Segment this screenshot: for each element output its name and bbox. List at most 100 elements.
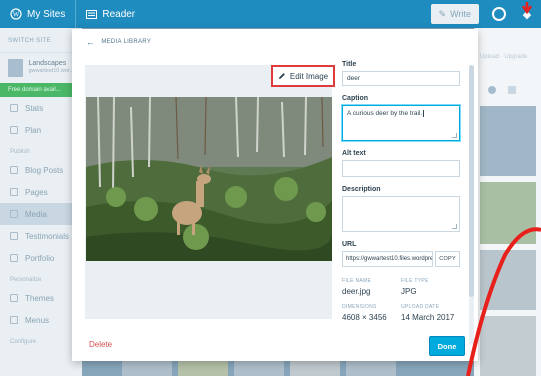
site-icon [8, 59, 24, 77]
caption-text: A curious deer by the trail. [347, 110, 423, 117]
write-button[interactable]: ✎ Write [430, 4, 479, 24]
pencil-icon [278, 73, 285, 79]
file-type-value: JPG [401, 287, 417, 296]
caption-field[interactable]: A curious deer by the trail. [342, 105, 460, 141]
modal-header: ← MEDIA LIBRARY [72, 29, 478, 55]
svg-text:W: W [13, 11, 20, 19]
url-field[interactable]: https://gwwartest10.files.wordpress.com/… [342, 251, 434, 267]
media-header-links: Upload · Upgrade [480, 54, 528, 60]
caption-label: Caption [342, 95, 369, 102]
dimensions-block: DIMENSIONS 4608 × 3456 [342, 304, 401, 322]
filter-dot-icon [488, 86, 496, 94]
sidebar-item-media[interactable]: Media [0, 203, 82, 225]
edit-image-button[interactable]: Edit Image [271, 65, 335, 87]
reader-button[interactable]: Reader [75, 0, 145, 28]
alt-text-label: Alt text [342, 150, 366, 157]
file-metadata: FILE NAME deer.jpg FILE TYPE JPG DIMENSI… [342, 278, 460, 322]
done-button[interactable]: Done [429, 336, 465, 356]
upload-date-value: 14 March 2017 [401, 313, 455, 322]
notifications-button[interactable] [485, 0, 513, 28]
alt-text-field[interactable] [342, 160, 460, 177]
image-filter-icon [508, 86, 516, 94]
file-name-value: deer.jpg [342, 287, 371, 296]
sidebar-item-label: Media [25, 209, 47, 219]
reader-icon [86, 9, 98, 19]
reader-label: Reader [102, 8, 136, 20]
edit-image-label: Edit Image [289, 71, 329, 81]
upload-date-label: UPLOAD DATE [401, 304, 440, 310]
sidebar-item-label: Menus [25, 315, 50, 325]
media-details-form: Title deer Caption A curious deer by the… [342, 61, 460, 322]
resize-grip-icon[interactable] [452, 224, 457, 229]
delete-button[interactable]: Delete [89, 340, 112, 349]
themes-icon [10, 294, 18, 302]
write-label: Write [450, 9, 471, 19]
plan-icon [10, 126, 18, 134]
portfolio-icon [10, 254, 18, 262]
url-label: URL [342, 241, 357, 248]
text-cursor [423, 110, 425, 117]
sidebar-item-stats[interactable]: Stats [0, 97, 82, 119]
menus-icon [10, 316, 18, 324]
switch-site-link[interactable]: SWITCH SITE [0, 28, 82, 53]
back-arrow-icon[interactable]: ← [86, 37, 95, 47]
testimonials-icon [10, 232, 18, 240]
pages-icon [10, 188, 18, 196]
media-library-link[interactable]: MEDIA LIBRARY [101, 39, 151, 45]
sidebar-section-personalize: Personalize [10, 277, 42, 283]
current-site[interactable]: Landscapes gwwartest10.wor... [0, 53, 82, 83]
sidebar-item-label: Plan [25, 125, 42, 135]
media-grid-background: Upload · Upgrade [474, 28, 541, 376]
file-name-label: FILE NAME [342, 278, 372, 284]
sidebar-item-label: Themes [25, 293, 54, 303]
sidebar: SWITCH SITE Landscapes gwwartest10.wor..… [0, 28, 82, 376]
file-type-label: FILE TYPE [401, 278, 429, 284]
wordpress-icon: W [10, 8, 22, 20]
stats-icon [10, 104, 18, 112]
site-url: gwwartest10.wor... [28, 68, 74, 74]
my-sites-button[interactable]: W My Sites [0, 0, 75, 28]
sidebar-item-blog-posts[interactable]: Blog Posts [0, 159, 82, 181]
title-label: Title [342, 61, 357, 68]
media-thumbnail[interactable] [480, 316, 536, 376]
sidebar-item-themes[interactable]: Themes [0, 287, 82, 309]
sidebar-item-label: Blog Posts [25, 165, 64, 175]
deer-photo [86, 97, 332, 261]
details-scrollbar[interactable] [469, 65, 474, 345]
upload-date-block: UPLOAD DATE 14 March 2017 [401, 304, 460, 322]
notifications-icon[interactable]: ◆ [513, 0, 541, 28]
title-field[interactable]: deer [342, 71, 460, 86]
media-icon [10, 210, 18, 218]
sidebar-item-testimonials[interactable]: Testimonials [0, 225, 82, 247]
dimensions-value: 4608 × 3456 [342, 313, 387, 322]
file-name-block: FILE NAME deer.jpg [342, 278, 401, 296]
sidebar-item-label: Stats [25, 103, 44, 113]
modal-footer: Delete Done [72, 331, 478, 361]
site-name: Landscapes [28, 60, 67, 67]
sidebar-section-configure: Configure [10, 339, 37, 345]
write-icon: ✎ [438, 8, 447, 19]
sidebar-item-pages[interactable]: Pages [0, 181, 82, 203]
url-row: https://gwwartest10.files.wordpress.com/… [342, 251, 460, 267]
sidebar-item-label: Testimonials [25, 231, 70, 241]
sidebar-item-label: Pages [25, 187, 48, 197]
file-type-block: FILE TYPE JPG [401, 278, 460, 296]
resize-grip-icon[interactable] [452, 133, 457, 138]
my-sites-label: My Sites [27, 8, 66, 20]
description-field[interactable] [342, 196, 460, 232]
plan-notice[interactable]: Free domain avail... [0, 83, 82, 97]
media-thumbnail[interactable] [480, 182, 536, 244]
dimensions-label: DIMENSIONS [342, 304, 377, 310]
description-label: Description [342, 186, 381, 193]
posts-icon [10, 166, 18, 174]
copy-button[interactable]: COPY [435, 251, 460, 267]
sidebar-item-menus[interactable]: Menus [0, 309, 82, 331]
sidebar-item-portfolio[interactable]: Portfolio [0, 247, 82, 269]
media-thumbnail[interactable] [480, 250, 536, 310]
avatar-icon [492, 7, 506, 21]
media-thumbnail[interactable] [480, 106, 536, 176]
scrollbar-thumb[interactable] [469, 65, 474, 297]
masterbar: W My Sites Reader ✎ Write ◆ [0, 0, 541, 28]
sidebar-item-plan[interactable]: Plan [0, 119, 82, 141]
sidebar-section-publish: Publish [10, 149, 30, 155]
